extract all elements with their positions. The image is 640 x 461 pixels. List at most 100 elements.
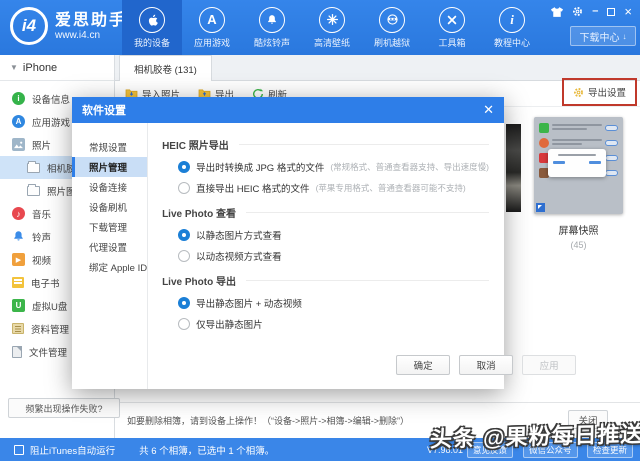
dialog-menu-photo-management[interactable]: 照片管理: [72, 157, 148, 177]
radio-option-jpg-convert[interactable]: 导出时转换成 JPG 格式的文件 (常规格式、普通查看器支持、导出速度慢): [178, 160, 489, 174]
radio-icon: [178, 250, 191, 262]
header-bar: i4 爱思助手 www.i4.cn 我的设备 A 应用游戏 酷炫铃声 高清壁纸 …: [0, 0, 640, 55]
download-center-button[interactable]: 下载中心 ↓: [570, 26, 636, 46]
radio-option-export-still-only[interactable]: 仅导出静态图片: [178, 317, 489, 331]
section-livephoto-export: Live Photo 导出 导出静态图片 + 动态视频 仅导出静态图片: [162, 273, 490, 331]
nav-tab-my-devices[interactable]: 我的设备: [122, 0, 182, 55]
radio-icon: [178, 182, 191, 194]
nav-tab-label: 教程中心: [493, 37, 530, 48]
corner-badge-icon: [536, 203, 545, 212]
nav-tab-tutorials[interactable]: i 教程中心: [482, 0, 542, 55]
dialog-menu-proxy-settings[interactable]: 代理设置: [72, 237, 147, 257]
dialog-menu-device-flash[interactable]: 设备刷机: [72, 197, 147, 217]
radio-selected-icon: [178, 297, 191, 309]
nav-tab-jailbreak[interactable]: 刷机越狱: [362, 0, 422, 55]
dialog-title: 软件设置: [82, 105, 126, 117]
chevron-down-icon: ▼: [10, 63, 18, 72]
section-title: Live Photo 查看: [162, 209, 236, 220]
device-selector[interactable]: ▼ iPhone: [0, 55, 114, 81]
block-itunes-label: 阻止iTunes自动运行: [30, 445, 116, 457]
tutorial-icon: i: [499, 6, 525, 33]
appstore-icon: A: [199, 6, 225, 33]
device-name: iPhone: [22, 61, 58, 74]
app-icon: [539, 123, 549, 133]
album-name: 屏幕快照: [558, 226, 599, 237]
album-screenshots: 屏幕快照 (45): [534, 117, 623, 250]
bell-icon: [259, 6, 285, 33]
album-count: (45): [570, 240, 587, 250]
app-icon: [539, 138, 549, 148]
data-icon: [12, 323, 24, 334]
radio-option-export-both[interactable]: 导出静态图片 + 动态视频: [178, 296, 489, 310]
settings-gear-icon[interactable]: [572, 6, 583, 17]
export-settings-annotation[interactable]: 导出设置: [562, 78, 637, 106]
cancel-button[interactable]: 取消: [459, 355, 514, 375]
section-livephoto-view: Live Photo 查看 以静态图片方式查看 以动态视频方式查看: [162, 205, 490, 263]
minimize-icon[interactable]: –: [592, 6, 598, 17]
notice-close-button[interactable]: 关闭: [568, 410, 608, 429]
apple-icon: [139, 6, 165, 33]
radio-icon: [178, 318, 191, 330]
dialog-menu-general[interactable]: 常规设置: [72, 137, 147, 157]
notice-text: 如要删除相簿，请到设备上操作！（“设备->照片->相簿->编辑->删除”）: [127, 416, 410, 426]
appstore-icon: A: [12, 115, 25, 128]
dialog-content: HEIC 照片导出 导出时转换成 JPG 格式的文件 (常规格式、普通查看器支持…: [148, 123, 577, 389]
maximize-icon[interactable]: [607, 7, 616, 16]
skin-icon[interactable]: [551, 6, 564, 17]
ok-button[interactable]: 确定: [396, 355, 451, 375]
app-url: www.i4.cn: [55, 29, 101, 41]
check-update-button[interactable]: 检查更新: [587, 441, 634, 458]
window-controls: – ×: [551, 5, 632, 18]
download-arrow-icon: ↓: [622, 31, 627, 41]
block-itunes-checkbox[interactable]: [14, 444, 24, 455]
feedback-button[interactable]: 意见反馈: [467, 441, 514, 458]
wechat-account-button[interactable]: 微信公众号: [523, 441, 578, 458]
radio-selected-icon: [178, 229, 191, 241]
tab-camera-roll[interactable]: 相机胶卷 (131): [119, 55, 212, 81]
radio-option-view-video[interactable]: 以动态视频方式查看: [178, 249, 489, 263]
radio-option-heic-direct[interactable]: 直接导出 HEIC 格式的文件 (苹果专用格式、普通查看器可能不支持): [178, 181, 489, 195]
open-pill: [605, 155, 618, 161]
file-icon: [12, 345, 22, 358]
video-icon: ▶: [12, 253, 25, 266]
operation-failure-button[interactable]: 频繁出现操作失败?: [8, 398, 120, 418]
open-pill: [605, 170, 618, 176]
dialog-close-icon[interactable]: ✕: [483, 102, 494, 118]
notice-bar: 如要删除相簿，请到设备上操作！（“设备->照片->相簿->编辑->删除”） 关闭: [115, 402, 640, 438]
nav-tab-ringtones[interactable]: 酷炫铃声: [242, 0, 302, 55]
dialog-menu-download-management[interactable]: 下载管理: [72, 217, 147, 237]
version-label: V7.98.01: [427, 444, 464, 455]
software-settings-dialog: 软件设置 ✕ 常规设置 照片管理 设备连接 设备刷机 下载管理 代理设置 绑定 …: [72, 97, 577, 389]
open-pill: [605, 140, 618, 146]
radio-selected-icon: [178, 161, 191, 173]
nav-tab-label: 刷机越狱: [373, 37, 410, 48]
main-nav: 我的设备 A 应用游戏 酷炫铃声 高清壁纸 刷机越狱 工具箱 i 教程中心: [122, 0, 542, 55]
screenshot-thumbnail[interactable]: [534, 117, 623, 214]
info-icon: i: [12, 92, 25, 105]
usb-icon: U: [12, 299, 25, 312]
export-settings-label: 导出设置: [587, 88, 626, 99]
section-title: Live Photo 导出: [162, 277, 236, 288]
dialog-buttons: 确定 取消 应用: [396, 355, 577, 375]
nav-tab-label: 应用游戏: [193, 37, 230, 48]
folder-icon: [27, 160, 40, 173]
nav-tab-label: 我的设备: [133, 37, 170, 48]
apply-button[interactable]: 应用: [522, 355, 577, 375]
nav-tab-app-games[interactable]: A 应用游戏: [182, 0, 242, 55]
albums-summary: 共 6 个相簿，已选中 1 个相簿。: [139, 445, 275, 457]
photo-thumbnail-partial[interactable]: [506, 124, 521, 212]
dialog-menu-device-connection[interactable]: 设备连接: [72, 177, 147, 197]
photos-icon: [12, 138, 25, 151]
radio-option-view-still[interactable]: 以静态图片方式查看: [178, 228, 489, 242]
app-window: i4 爱思助手 www.i4.cn 我的设备 A 应用游戏 酷炫铃声 高清壁纸 …: [0, 0, 640, 461]
logo-badge: i4: [10, 7, 48, 45]
jailbreak-icon: [379, 6, 405, 33]
dialog-menu-bind-apple-id[interactable]: 绑定 Apple ID: [72, 257, 147, 277]
close-icon[interactable]: ×: [624, 5, 632, 18]
folder-icon: [27, 183, 40, 196]
nav-tab-wallpapers[interactable]: 高清壁纸: [302, 0, 362, 55]
nav-tab-label: 高清壁纸: [313, 37, 350, 48]
gear-icon: [573, 87, 584, 98]
nav-tab-toolbox[interactable]: 工具箱: [422, 0, 482, 55]
wallpaper-icon: [319, 6, 345, 33]
